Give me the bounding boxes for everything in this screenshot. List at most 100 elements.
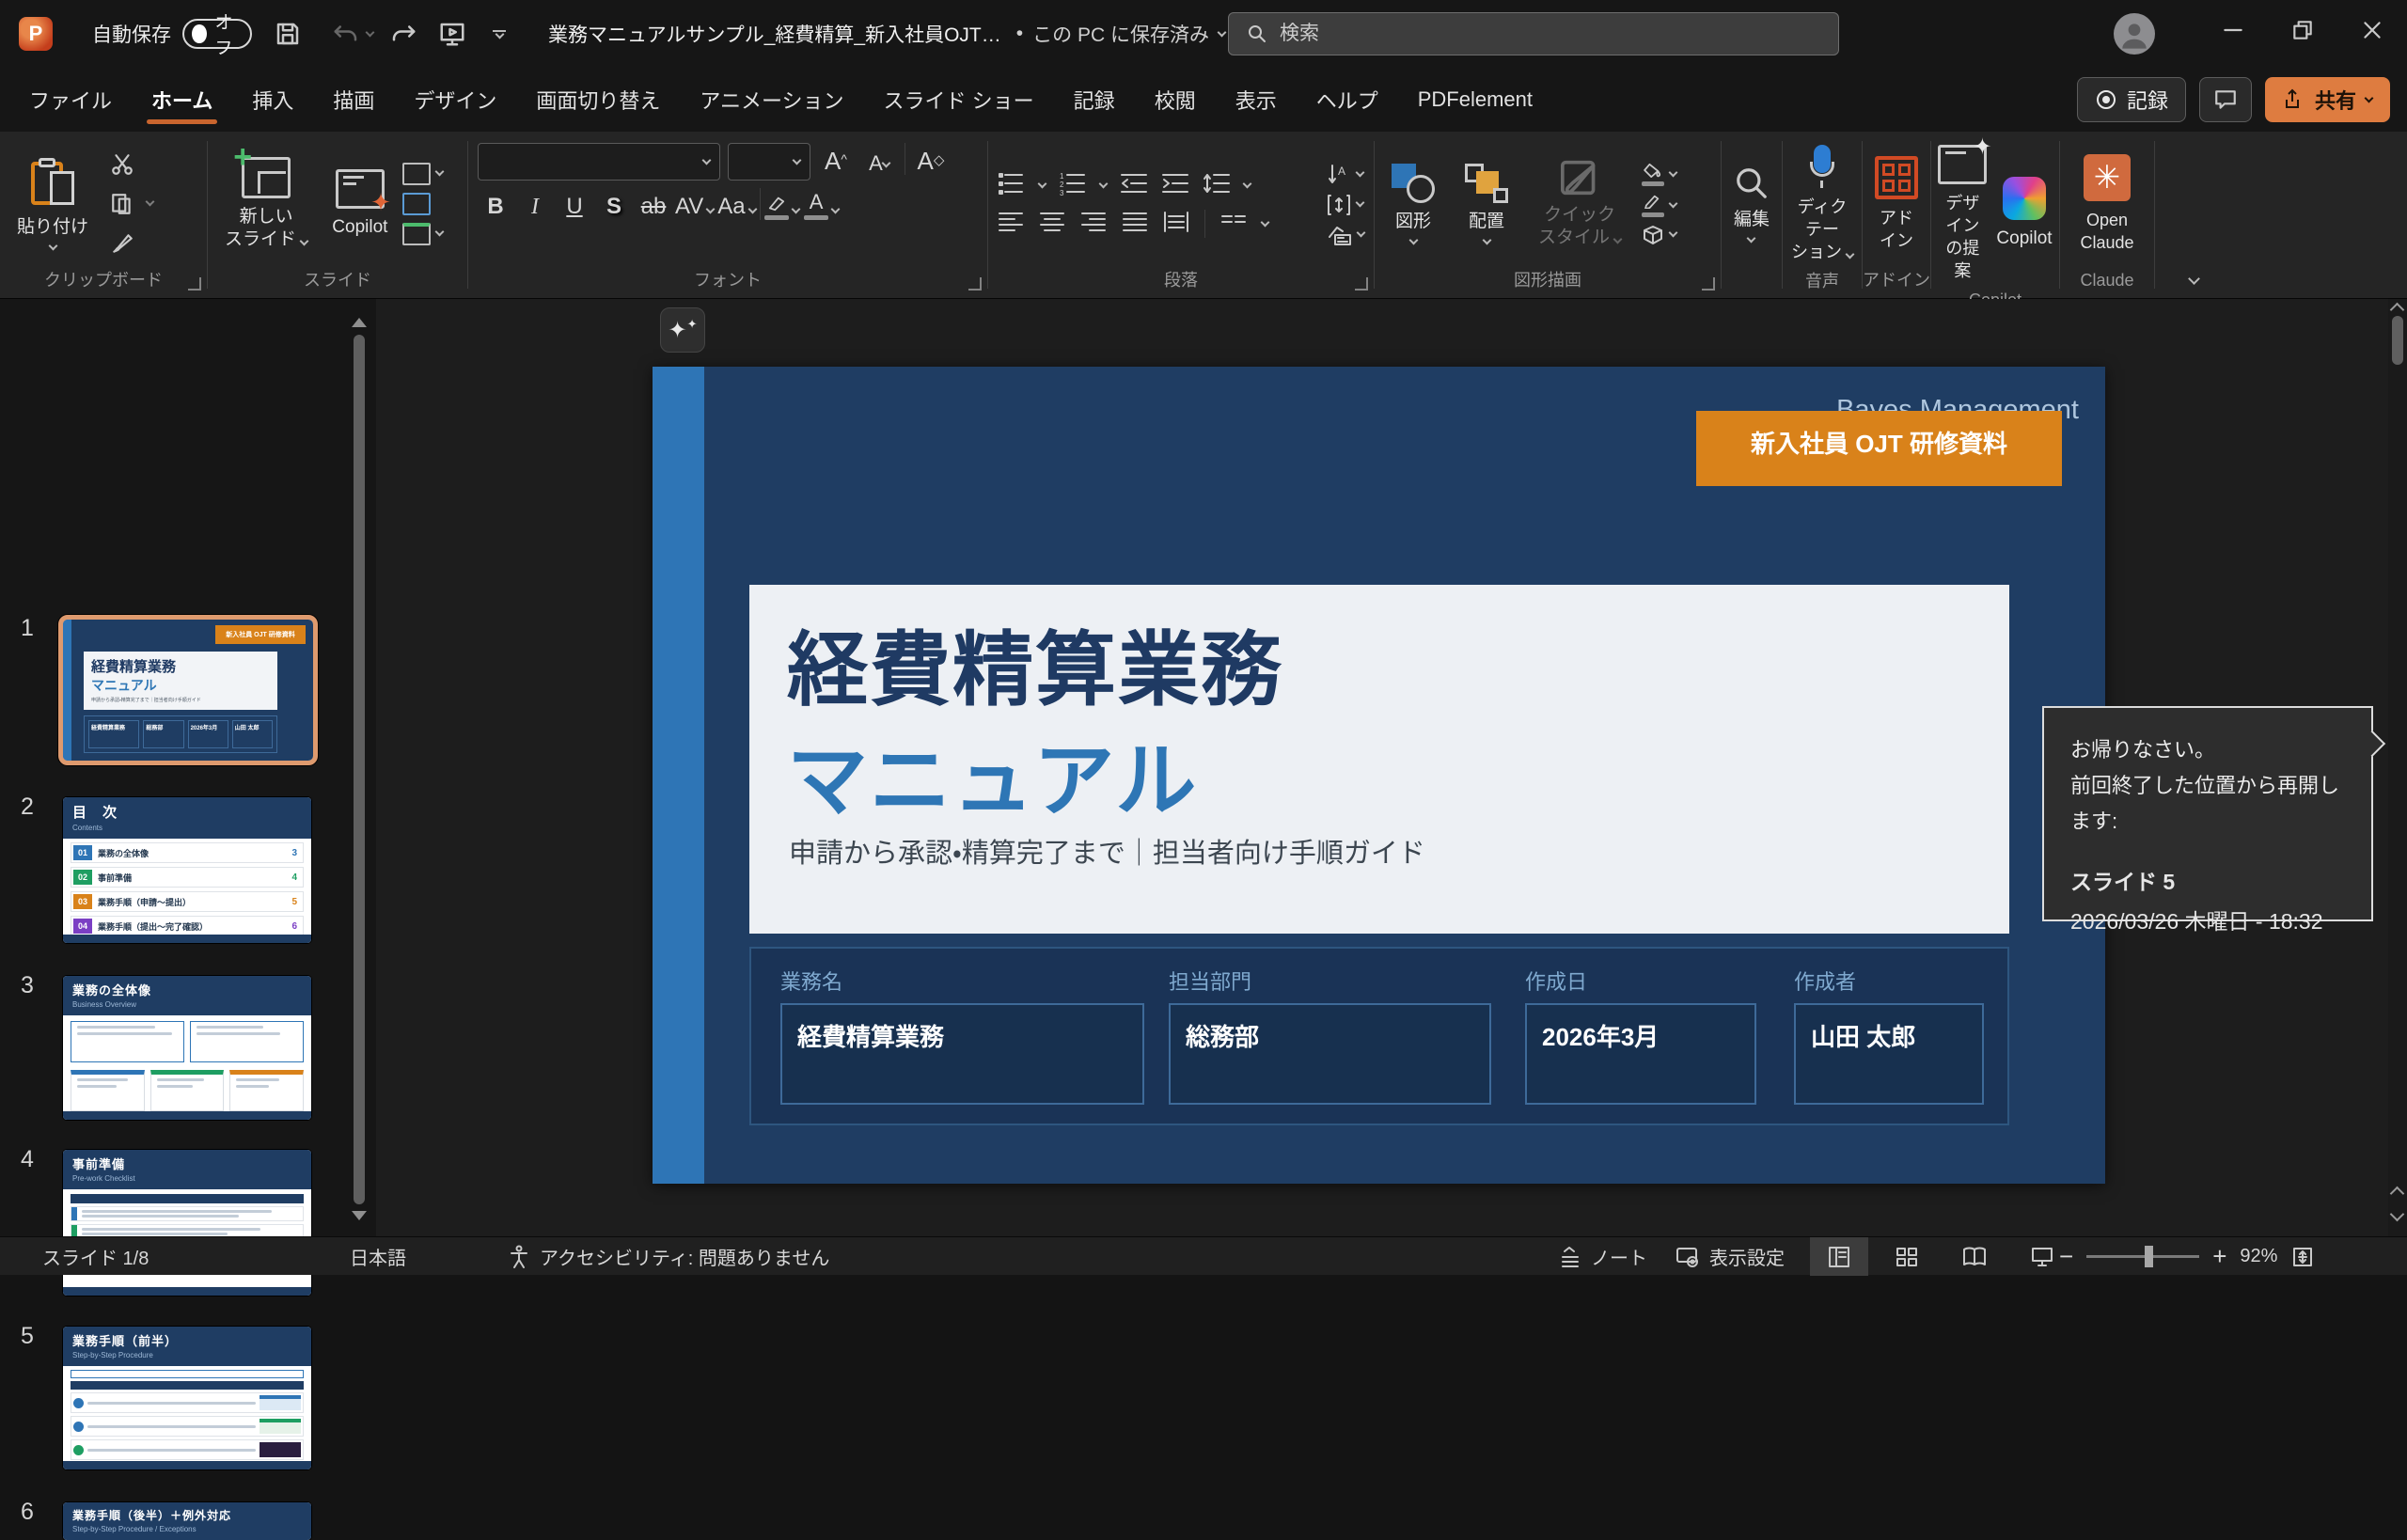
next-slide-icon[interactable] xyxy=(2390,1207,2405,1222)
clear-formatting-button[interactable]: A◇ xyxy=(913,144,949,180)
info-panel[interactable]: 業務名 経費精算業務 担当部門 総務部 作成日 2026年3月 作成者 山田 太… xyxy=(749,947,2009,1125)
slide-sorter-view-button[interactable] xyxy=(1878,1237,1936,1276)
addins-button[interactable]: アド イン xyxy=(1875,152,1918,256)
paste-button[interactable]: 貼り付け xyxy=(8,154,98,253)
search-input[interactable] xyxy=(1280,23,1787,45)
tab-design[interactable]: デザイン xyxy=(394,71,516,128)
shrink-font-button[interactable]: A xyxy=(861,144,897,180)
strikethrough-button[interactable]: ab xyxy=(636,188,671,224)
account-avatar[interactable] xyxy=(2114,13,2155,55)
chevron-down-icon[interactable] xyxy=(146,197,155,207)
copilot-button[interactable]: Copilot xyxy=(1996,173,2052,254)
font-color-button[interactable]: A xyxy=(804,188,840,224)
scrollbar-thumb[interactable] xyxy=(2392,316,2403,365)
tab-pdfelement[interactable]: PDFelement xyxy=(1398,74,1552,125)
undo-button[interactable] xyxy=(325,13,367,55)
grow-font-button[interactable]: A^ xyxy=(818,144,854,180)
columns-button[interactable] xyxy=(1220,211,1247,238)
normal-view-button[interactable] xyxy=(1810,1237,1868,1276)
shapes-button[interactable]: 図形 xyxy=(1382,160,1444,247)
align-left-button[interactable] xyxy=(998,211,1024,238)
character-spacing-button[interactable]: AV xyxy=(675,188,714,224)
distribute-button[interactable] xyxy=(1163,211,1189,238)
increase-indent-button[interactable] xyxy=(1161,171,1189,200)
title-box[interactable]: 経費精算業務 マニュアル 申請から承認・精算完了まで｜担当者向け手順ガイド xyxy=(749,585,2009,934)
scroll-down-icon[interactable] xyxy=(352,1211,367,1220)
dictation-button[interactable]: ディクテー ション xyxy=(1790,141,1854,267)
slide-counter[interactable]: スライド 1/8 xyxy=(42,1237,149,1276)
numbering-button[interactable]: 123 xyxy=(1059,171,1087,200)
tab-review[interactable]: 校閲 xyxy=(1135,71,1216,128)
paragraph-dialog-launcher[interactable] xyxy=(1355,277,1368,291)
minimize-button[interactable] xyxy=(2198,0,2268,60)
thumbnail-scrollbar[interactable] xyxy=(352,318,367,1220)
search-bar[interactable] xyxy=(1228,12,1839,55)
editing-button[interactable]: 編集 xyxy=(1732,162,1771,245)
slide-thumbnail-5[interactable]: 業務手順（前半） Step-by-Step Procedure xyxy=(63,1327,311,1469)
bold-button[interactable]: B xyxy=(478,188,513,224)
autosave-toggle[interactable]: オフ xyxy=(182,19,252,49)
tab-home[interactable]: ホーム xyxy=(132,71,232,128)
slide-thumbnail-6[interactable]: 業務手順（後半）＋例外対応 Step-by-Step Procedure / E… xyxy=(63,1502,311,1540)
decrease-indent-button[interactable] xyxy=(1120,171,1148,200)
justify-button[interactable] xyxy=(1122,211,1148,238)
scroll-up-icon[interactable] xyxy=(2390,303,2405,318)
bullets-button[interactable] xyxy=(998,171,1026,200)
undo-options-chevron-icon[interactable] xyxy=(366,27,375,37)
comments-button[interactable] xyxy=(2199,77,2252,122)
tab-file[interactable]: ファイル xyxy=(9,71,132,128)
tab-help[interactable]: ヘルプ xyxy=(1297,71,1398,128)
save-status[interactable]: • この PC に保存済み xyxy=(1016,20,1225,48)
change-case-button[interactable]: Aa xyxy=(717,188,755,224)
display-settings-button[interactable]: 表示設定 xyxy=(1675,1237,1785,1276)
slide-thumbnail-3[interactable]: 業務の全体像 Business Overview xyxy=(63,976,311,1120)
reading-view-button[interactable] xyxy=(1945,1237,2004,1276)
slide-thumbnail-2[interactable]: 目 次 Contents 01業務の全体像3 02事前準備4 03業務手順（申請… xyxy=(63,797,311,943)
slide-canvas[interactable]: Bayes Management 新入社員 OJT 研修資料 経費精算業務 マニ… xyxy=(653,367,2105,1184)
highlight-color-button[interactable] xyxy=(764,188,800,224)
close-button[interactable] xyxy=(2337,0,2407,60)
font-dialog-launcher[interactable] xyxy=(968,277,982,291)
shape-fill-button[interactable] xyxy=(1642,163,1676,186)
scrollbar-thumb[interactable] xyxy=(354,335,365,1204)
chevron-down-icon[interactable] xyxy=(1099,180,1109,189)
clipboard-dialog-launcher[interactable] xyxy=(188,277,201,291)
section-button[interactable] xyxy=(402,223,443,245)
share-button[interactable]: 共有 xyxy=(2265,77,2390,122)
quick-access-customize-button[interactable] xyxy=(479,13,520,55)
arrange-button[interactable]: 配置 xyxy=(1455,160,1518,247)
tab-record[interactable]: 記録 xyxy=(1054,71,1135,128)
align-text-button[interactable] xyxy=(1327,194,1363,216)
powerpoint-logo-icon[interactable]: P xyxy=(19,17,53,51)
collapse-ribbon-chevron-icon[interactable] xyxy=(2188,273,2200,285)
format-painter-button[interactable] xyxy=(103,227,141,260)
underline-button[interactable]: U xyxy=(557,188,592,224)
shape-outline-button[interactable] xyxy=(1642,194,1676,217)
new-slide-button[interactable]: + 新しい スライド xyxy=(215,153,317,255)
save-button[interactable] xyxy=(267,13,308,55)
tab-animations[interactable]: アニメーション xyxy=(680,71,863,128)
copilot-slide-button[interactable]: ✦ Copilot xyxy=(323,165,397,243)
redo-button[interactable] xyxy=(383,13,424,55)
text-shadow-button[interactable]: S xyxy=(596,188,632,224)
tab-slideshow[interactable]: スライド ショー xyxy=(864,71,1054,128)
font-name-combobox[interactable] xyxy=(478,143,720,181)
drawing-dialog-launcher[interactable] xyxy=(1702,277,1715,291)
open-claude-button[interactable]: ✳ Open Claude xyxy=(2080,150,2133,258)
shape-effects-button[interactable] xyxy=(1642,225,1676,245)
language-indicator[interactable]: 日本語 xyxy=(350,1237,406,1276)
convert-smartart-button[interactable] xyxy=(1326,224,1364,246)
font-size-combobox[interactable] xyxy=(728,143,810,181)
align-right-button[interactable] xyxy=(1080,211,1107,238)
line-spacing-button[interactable] xyxy=(1203,171,1231,200)
fit-to-window-icon[interactable] xyxy=(2290,1245,2315,1269)
editor-scrollbar[interactable] xyxy=(2388,299,2407,1236)
align-center-button[interactable] xyxy=(1039,211,1065,238)
chevron-down-icon[interactable] xyxy=(1243,180,1252,189)
cut-button[interactable] xyxy=(103,148,141,181)
tab-transitions[interactable]: 画面切り替え xyxy=(516,71,680,128)
zoom-slider[interactable] xyxy=(2086,1255,2199,1258)
document-title[interactable]: 業務マニュアルサンプル_経費精算_新入社員OJT… xyxy=(548,20,1001,48)
notes-button[interactable]: ノート xyxy=(1559,1237,1647,1276)
zoom-in-button[interactable]: + xyxy=(2212,1242,2226,1271)
